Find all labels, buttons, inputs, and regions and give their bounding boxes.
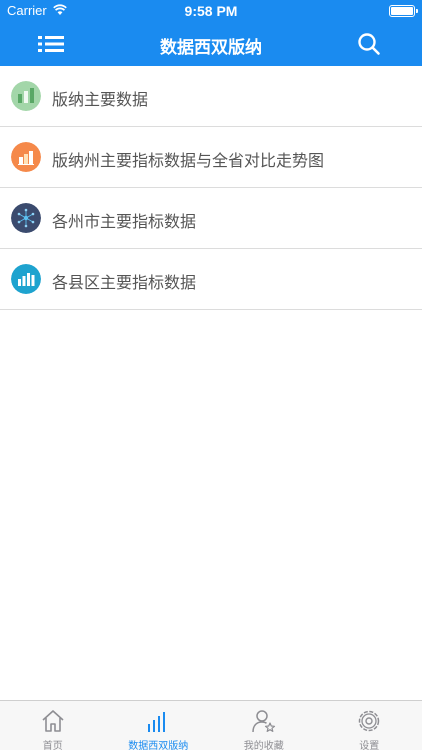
- menu-list: 版纳主要数据 版纳州主要指标数据与全省对比走势图 各州市主要指标数据 各县区主要…: [0, 66, 422, 310]
- tab-home[interactable]: 首页: [0, 701, 106, 750]
- list-item-counties-main-indicators[interactable]: 各县区主要指标数据: [0, 249, 422, 310]
- tab-my-favorites[interactable]: 我的收藏: [211, 701, 317, 750]
- app-header: Carrier 9:58 PM 数据西双版纳: [0, 0, 422, 66]
- gear-icon: [359, 710, 380, 732]
- tab-bar: 首页 数据西双版纳 我的收藏 设置: [0, 700, 422, 750]
- tab-data-xishuangbanna[interactable]: 数据西双版纳: [106, 701, 212, 750]
- tab-label: 首页: [42, 741, 63, 750]
- battery-icon: [389, 5, 418, 17]
- network-icon: [11, 203, 41, 233]
- home-icon: [42, 710, 64, 732]
- list-item-label: 版纳主要数据: [52, 90, 149, 109]
- status-time: 9:58 PM: [184, 3, 238, 19]
- list-menu-icon[interactable]: [34, 30, 68, 58]
- bar-chart-icon: [11, 81, 41, 111]
- list-item-label: 各州市主要指标数据: [52, 212, 197, 231]
- search-icon[interactable]: [356, 31, 382, 57]
- tab-label: 数据西双版纳: [128, 741, 189, 750]
- user-star-icon: [252, 710, 275, 733]
- list-item-label: 版纳州主要指标数据与全省对比走势图: [52, 151, 325, 170]
- tab-label: 我的收藏: [243, 741, 284, 750]
- status-bar: Carrier 9:58 PM: [0, 0, 422, 22]
- navigation-bar: 数据西双版纳: [0, 22, 422, 66]
- list-item-prefectures-main-indicators[interactable]: 各州市主要指标数据: [0, 188, 422, 249]
- chart-bars-icon: [148, 712, 166, 732]
- tab-label: 设置: [359, 741, 380, 750]
- list-item-label: 各县区主要指标数据: [52, 273, 197, 292]
- list-item-banna-vs-province-trend[interactable]: 版纳州主要指标数据与全省对比走势图: [0, 127, 422, 188]
- tab-settings[interactable]: 设置: [317, 701, 422, 750]
- column-chart-icon: [11, 264, 41, 294]
- list-item-banna-main-data[interactable]: 版纳主要数据: [0, 66, 422, 127]
- bar-trend-icon: [11, 142, 41, 172]
